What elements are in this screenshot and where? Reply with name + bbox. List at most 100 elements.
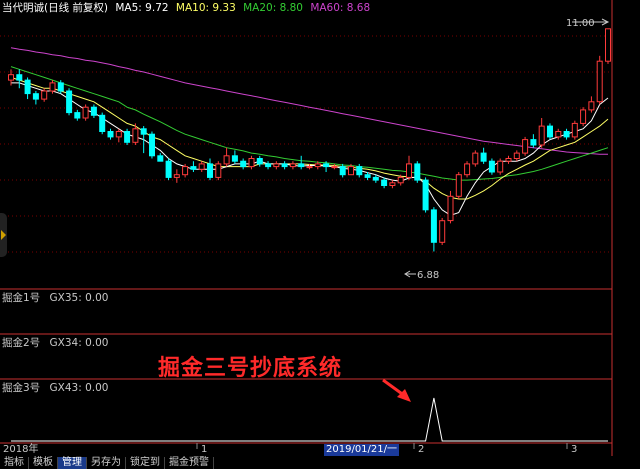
candle [289,161,296,170]
high-price-label: 11.00 [566,18,595,29]
axis-year: 2018年 [3,444,39,455]
candle [497,158,504,175]
candle [82,104,89,121]
chart-header: 当代明诚(日线 前复权) MA5: 9.72 MA10: 9.33 MA20: … [2,1,374,15]
indicator-name: 掘金2号 [2,337,41,349]
candle [331,163,338,170]
kline-chart[interactable]: 11.00 6.88 [0,0,640,469]
candle [381,177,388,189]
candle [240,158,247,170]
tab-save-as[interactable]: 另存为 [87,457,126,469]
low-marker: 6.88 [404,270,439,281]
candle [547,123,553,140]
candle [149,131,155,159]
candle [198,161,205,173]
candle [588,96,595,113]
main-grid [0,35,612,253]
candle [488,158,495,175]
candle [165,158,172,181]
candle [406,155,412,181]
axis-tick-3: 3 [571,444,578,455]
low-price-label: 6.88 [417,270,439,281]
candle [115,128,122,143]
candle [99,112,106,135]
stock-title: 当代明诚(日线 前复权) [2,2,109,14]
axis-tick-1: 1 [201,444,208,455]
tab-lock-to[interactable]: 锁定到 [126,457,165,469]
candle [223,147,230,167]
tab-template[interactable]: 模板 [29,457,58,469]
candle [455,172,462,200]
candle [90,104,97,118]
candle [215,161,222,181]
indicator-value: GX35: 0.00 [49,292,109,304]
expand-handle-icon[interactable] [0,213,7,257]
candle [422,177,429,213]
time-axis: 2018年 1 2019/01/21/一 2 3 [0,444,640,456]
candle [480,147,487,164]
candle [281,161,288,170]
indicator-name: 掘金1号 [2,292,41,304]
candle [513,150,520,162]
candle [173,169,180,183]
cursor-date: 2019/01/21/一 [324,444,400,456]
ma5-line [11,82,609,216]
candle [389,180,396,189]
candle [530,134,537,148]
candle [298,155,305,170]
candle [447,190,454,224]
indicator-value: GX43: 0.00 [49,382,109,394]
ma5-label: MA5: 9.72 [115,2,169,14]
candle [190,161,197,173]
candle [107,128,114,140]
candle [248,155,255,170]
gx43-signal [11,397,608,442]
indicator-header-1: 掘金1号 GX35: 0.00 [2,292,114,305]
candle [372,174,379,183]
candle [132,123,139,145]
tab-manage[interactable]: 管理 [58,457,87,469]
candle [140,126,147,154]
tab-alert[interactable]: 掘金预警 [165,457,214,469]
indicator-value: GX34: 0.00 [49,337,109,349]
candle [231,150,238,164]
candle [439,217,446,245]
candle [505,155,512,164]
candle [256,155,263,167]
candle [472,150,479,167]
candle [563,128,570,140]
candle [157,153,164,162]
candle [605,28,611,64]
axis-tick-2: 2 [418,444,425,455]
ma60-line [10,47,608,155]
candle [207,158,213,181]
ma60-label: MA60: 8.68 [310,2,371,14]
indicator-name: 掘金3号 [2,382,41,394]
candle [538,117,545,148]
candle [24,77,31,100]
candle [273,161,280,170]
tab-indicator[interactable]: 指标 [0,457,29,469]
indicator-header-3: 掘金3号 GX43: 0.00 [2,382,114,395]
candle [414,161,421,183]
ma20-label: MA20: 8.80 [243,2,303,14]
candle [265,161,272,170]
candle [124,128,131,145]
ma10-label: MA10: 9.33 [175,2,236,14]
candle [66,88,73,116]
gx43-line [11,397,608,442]
candle [571,120,578,140]
candle [16,69,23,89]
annotation-title: 掘金三号抄底系统 [158,355,343,381]
candle [74,109,81,121]
candle [464,161,471,178]
candle [580,107,587,127]
candle [32,90,39,105]
candle [430,207,437,252]
annotation-arrow [382,378,411,402]
high-marker: 11.00 [566,18,610,29]
candle [522,136,529,156]
candle [596,55,603,105]
indicator-header-2: 掘金2号 GX34: 0.00 [2,337,114,350]
bottom-toolbar: 指标 模板 管理 另存为 锁定到 掘金预警 [0,457,640,469]
